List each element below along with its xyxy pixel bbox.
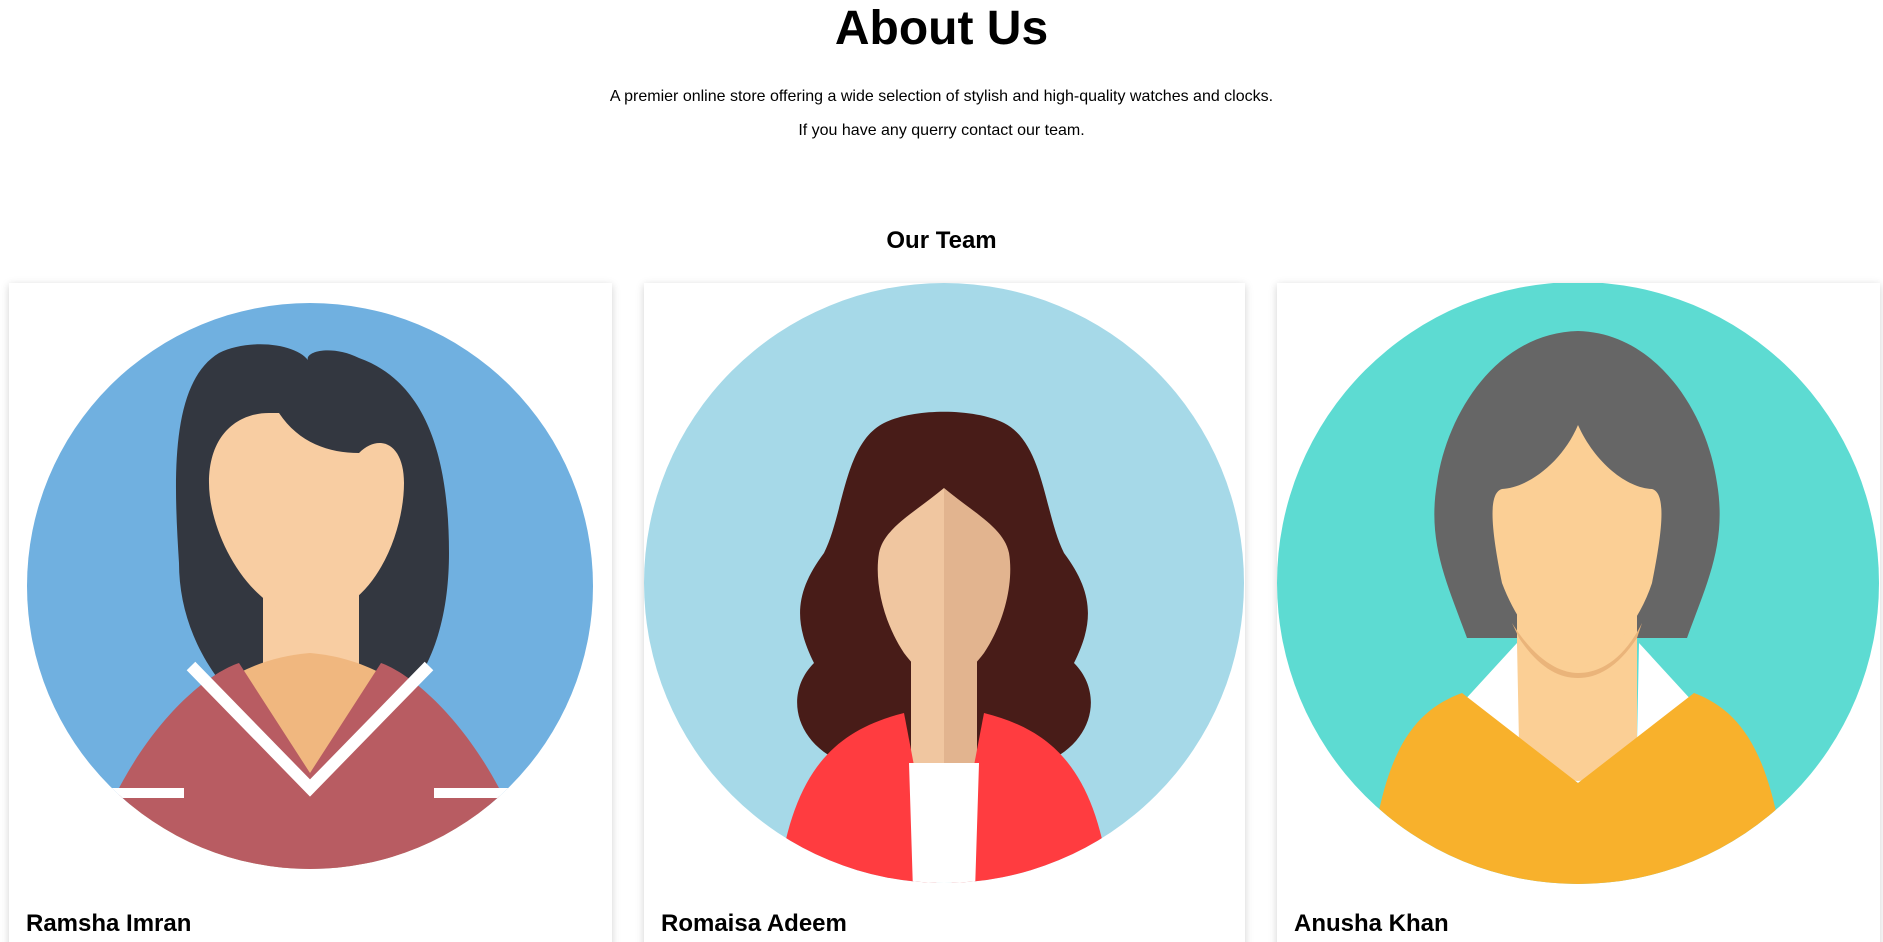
team-heading: Our Team (886, 227, 997, 254)
page-title: About Us (834, 2, 1049, 55)
woman-avatar-icon (1277, 283, 1880, 885)
team-member-card: Anusha Khan (1277, 283, 1880, 942)
member-name: Anusha Khan (1294, 910, 1449, 937)
woman-avatar-icon (9, 283, 612, 885)
store-description: A premier online store offering a wide s… (609, 88, 1274, 105)
member-name: Ramsha Imran (26, 910, 192, 937)
member-name: Romaisa Adeem (661, 910, 847, 937)
team-member-card: Romaisa Adeem (644, 283, 1245, 942)
about-page: About Us A premier online store offering… (0, 0, 1883, 942)
woman-avatar-icon (644, 283, 1245, 885)
team-member-card: Ramsha Imran (9, 283, 612, 942)
contact-note: If you have any querry contact our team. (798, 122, 1085, 139)
